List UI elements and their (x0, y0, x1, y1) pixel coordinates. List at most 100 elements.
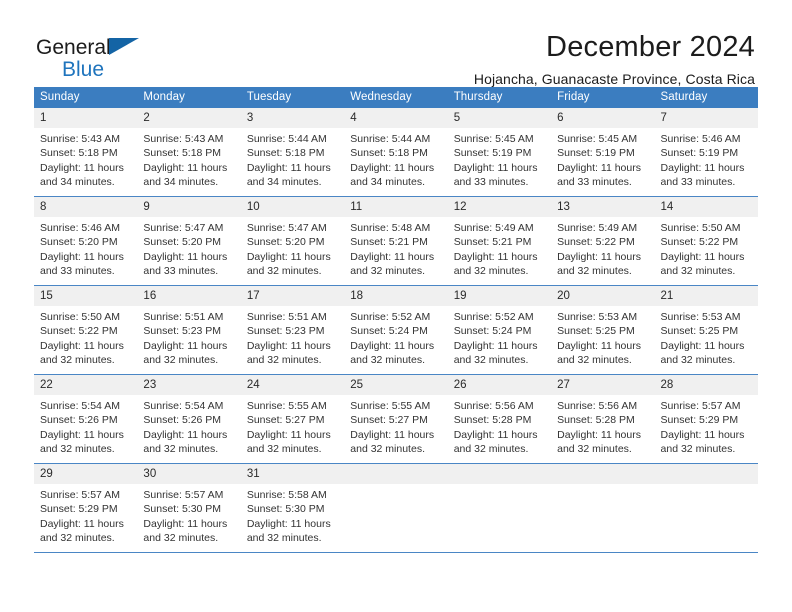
day-sunrise-text: Sunrise: 5:56 AM (557, 400, 638, 412)
day-number: 29 (34, 464, 138, 484)
day-cell-20[interactable]: 20 Sunrise: 5:53 AM Sunset: 5:25 PM Dayligh… (551, 286, 655, 374)
day-cell-24[interactable]: 24 Sunrise: 5:55 AM Sunset: 5:27 PM Dayligh… (240, 375, 345, 463)
week-row: 1 Sunrise: 5:43 AM Sunset: 5:18 PM Daylight… (34, 108, 758, 197)
day-sunset-text: Sunset: 5:27 PM (246, 414, 325, 427)
day-daylight2-text: and 32 minutes. (660, 265, 736, 278)
day-cell-30[interactable]: 30 Sunrise: 5:57 AM Sunset: 5:30 PM Dayligh… (137, 464, 241, 552)
day-sunrise-text: Sunrise: 5:58 AM (246, 489, 327, 501)
day-number: 14 (654, 197, 758, 217)
day-sunrise-text: Sunrise: 5:52 AM (350, 311, 431, 323)
day-cell-27[interactable]: 27 Sunrise: 5:56 AM Sunset: 5:28 PM Dayligh… (551, 375, 655, 463)
week-row: 22 Sunrise: 5:54 AM Sunset: 5:26 PM Dayligh… (34, 375, 758, 464)
day-sunrise-text: Sunrise: 5:49 AM (557, 222, 638, 234)
day-number: 20 (551, 286, 655, 306)
day-daylight1-text: Daylight: 11 hours (453, 250, 538, 263)
day-number: 8 (34, 197, 138, 217)
day-info: Sunrise: 5:56 AM Sunset: 5:28 PM Daylight:… (448, 395, 551, 457)
day-info: Sunrise: 5:44 AM Sunset: 5:18 PM Daylight:… (344, 128, 447, 190)
day-sunset-text: Sunset: 5:27 PM (350, 414, 428, 427)
page-title: December 2024 (546, 31, 755, 63)
day-cell-4[interactable]: 4 Sunrise: 5:44 AM Sunset: 5:18 PM Daylight… (344, 108, 448, 196)
day-sunset-text: Sunset: 5:29 PM (40, 503, 118, 516)
day-number: 24 (240, 375, 345, 395)
day-daylight1-text: Daylight: 11 hours (453, 161, 538, 174)
day-number: 19 (447, 286, 552, 306)
day-sunset-text: Sunset: 5:28 PM (453, 414, 532, 427)
page-subtitle: Hojancha, Guanacaste Province, Costa Ric… (473, 71, 755, 87)
day-sunrise-text: Sunrise: 5:46 AM (40, 222, 120, 234)
week-row: 15 Sunrise: 5:50 AM Sunset: 5:22 PM Dayligh… (34, 286, 758, 375)
day-daylight2-text: and 32 minutes. (557, 265, 632, 278)
day-daylight2-text: and 32 minutes. (350, 265, 425, 278)
day-daylight2-text: and 32 minutes. (246, 532, 322, 545)
day-sunrise-text: Sunrise: 5:44 AM (246, 133, 327, 145)
day-cell-31[interactable]: 31 Sunrise: 5:58 AM Sunset: 5:30 PM Dayligh… (240, 464, 345, 552)
day-daylight1-text: Daylight: 11 hours (40, 339, 124, 352)
day-daylight1-text: Daylight: 11 hours (660, 428, 745, 441)
day-cell-28[interactable]: 28 Sunrise: 5:57 AM Sunset: 5:29 PM Dayligh… (654, 375, 758, 463)
day-cell-25[interactable]: 25 Sunrise: 5:55 AM Sunset: 5:27 PM Dayligh… (344, 375, 448, 463)
day-sunrise-text: Sunrise: 5:47 AM (246, 222, 327, 234)
day-cell-22[interactable]: 22 Sunrise: 5:54 AM Sunset: 5:26 PM Dayligh… (34, 375, 138, 463)
day-daylight1-text: Daylight: 11 hours (143, 517, 228, 530)
day-info: Sunrise: 5:52 AM Sunset: 5:24 PM Daylight:… (344, 306, 447, 368)
day-cell-14[interactable]: 14 Sunrise: 5:50 AM Sunset: 5:22 PM Dayligh… (654, 197, 758, 285)
day-cell-17[interactable]: 17 Sunrise: 5:51 AM Sunset: 5:23 PM Dayligh… (240, 286, 345, 374)
day-sunrise-text: Sunrise: 5:46 AM (660, 133, 741, 145)
day-cell-11[interactable]: 11 Sunrise: 5:48 AM Sunset: 5:21 PM Dayligh… (344, 197, 448, 285)
day-daylight2-text: and 32 minutes. (453, 443, 529, 456)
day-daylight1-text: Daylight: 11 hours (557, 339, 641, 352)
day-number: 5 (447, 108, 552, 128)
day-cell-13[interactable]: 13 Sunrise: 5:49 AM Sunset: 5:22 PM Dayligh… (551, 197, 655, 285)
day-number: 25 (344, 375, 448, 395)
day-cell-6[interactable]: 6 Sunrise: 5:45 AM Sunset: 5:19 PM Daylight… (551, 108, 655, 196)
day-sunrise-text: Sunrise: 5:43 AM (143, 133, 224, 145)
day-number: 23 (137, 375, 241, 395)
day-number: 28 (654, 375, 758, 395)
day-cell-9[interactable]: 9 Sunrise: 5:47 AM Sunset: 5:20 PM Daylight… (137, 197, 241, 285)
day-daylight1-text: Daylight: 11 hours (350, 428, 435, 441)
day-number: 22 (34, 375, 138, 395)
day-daylight2-text: and 33 minutes. (453, 176, 529, 189)
day-daylight2-text: and 34 minutes. (350, 176, 425, 189)
day-cell-7[interactable]: 7 Sunrise: 5:46 AM Sunset: 5:19 PM Daylight… (654, 108, 758, 196)
day-sunrise-text: Sunrise: 5:57 AM (40, 489, 120, 501)
day-sunset-text: Sunset: 5:21 PM (350, 236, 428, 249)
day-sunset-text: Sunset: 5:20 PM (143, 236, 222, 249)
day-sunset-text: Sunset: 5:30 PM (143, 503, 222, 516)
day-sunrise-text: Sunrise: 5:57 AM (143, 489, 224, 501)
day-cell-8[interactable]: 8 Sunrise: 5:46 AM Sunset: 5:20 PM Daylight… (34, 197, 138, 285)
day-cell-15[interactable]: 15 Sunrise: 5:50 AM Sunset: 5:22 PM Dayligh… (34, 286, 138, 374)
day-info: Sunrise: 5:51 AM Sunset: 5:23 PM Daylight:… (137, 306, 240, 368)
day-daylight2-text: and 32 minutes. (40, 443, 115, 456)
day-sunrise-text: Sunrise: 5:57 AM (660, 400, 741, 412)
day-daylight2-text: and 33 minutes. (143, 265, 219, 278)
day-cell-2[interactable]: 2 Sunrise: 5:43 AM Sunset: 5:18 PM Daylight… (137, 108, 241, 196)
day-sunset-text: Sunset: 5:21 PM (453, 236, 532, 249)
day-cell-12[interactable]: 12 Sunrise: 5:49 AM Sunset: 5:21 PM Dayligh… (447, 197, 552, 285)
day-number (654, 464, 758, 484)
day-info: Sunrise: 5:58 AM Sunset: 5:30 PM Daylight:… (241, 484, 344, 546)
day-cell-5[interactable]: 5 Sunrise: 5:45 AM Sunset: 5:19 PM Daylight… (447, 108, 552, 196)
day-daylight2-text: and 32 minutes. (350, 354, 425, 367)
day-sunset-text: Sunset: 5:26 PM (143, 414, 222, 427)
day-cell-1[interactable]: 1 Sunrise: 5:43 AM Sunset: 5:18 PM Daylight… (34, 108, 138, 196)
logo-general-blue[interactable]: General Blue (36, 30, 156, 81)
day-daylight2-text: and 32 minutes. (557, 443, 632, 456)
day-cell-19[interactable]: 19 Sunrise: 5:52 AM Sunset: 5:24 PM Dayligh… (447, 286, 552, 374)
day-daylight1-text: Daylight: 11 hours (40, 161, 124, 174)
day-daylight1-text: Daylight: 11 hours (660, 250, 745, 263)
day-cell-26[interactable]: 26 Sunrise: 5:56 AM Sunset: 5:28 PM Dayligh… (447, 375, 552, 463)
day-number: 9 (137, 197, 241, 217)
day-cell-3[interactable]: 3 Sunrise: 5:44 AM Sunset: 5:18 PM Daylight… (240, 108, 345, 196)
day-info: Sunrise: 5:53 AM Sunset: 5:25 PM Daylight:… (551, 306, 654, 368)
day-cell-21[interactable]: 21 Sunrise: 5:53 AM Sunset: 5:25 PM Dayligh… (654, 286, 758, 374)
day-cell-18[interactable]: 18 Sunrise: 5:52 AM Sunset: 5:24 PM Dayligh… (344, 286, 448, 374)
week-row: 8 Sunrise: 5:46 AM Sunset: 5:20 PM Daylight… (34, 197, 758, 286)
day-cell-16[interactable]: 16 Sunrise: 5:51 AM Sunset: 5:23 PM Dayligh… (137, 286, 241, 374)
day-cell-10[interactable]: 10 Sunrise: 5:47 AM Sunset: 5:20 PM Dayligh… (240, 197, 345, 285)
day-cell-29[interactable]: 29 Sunrise: 5:57 AM Sunset: 5:29 PM Dayligh… (34, 464, 138, 552)
day-number: 12 (447, 197, 552, 217)
day-cell-23[interactable]: 23 Sunrise: 5:54 AM Sunset: 5:26 PM Dayligh… (137, 375, 241, 463)
weekday-header-sunday: Sunday (40, 91, 80, 103)
